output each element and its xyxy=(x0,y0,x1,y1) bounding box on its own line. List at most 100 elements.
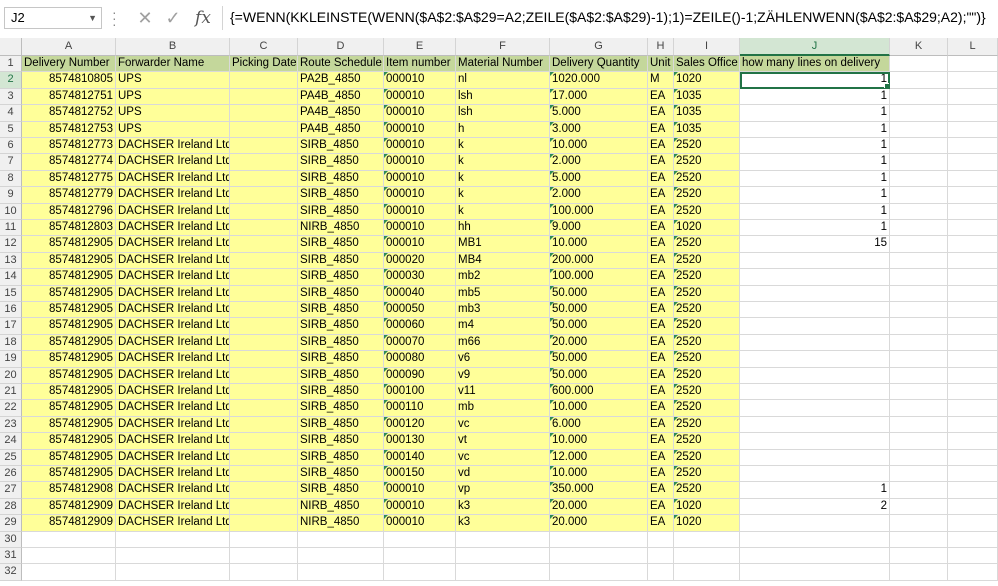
table-cell[interactable]: 000010 xyxy=(384,138,456,155)
table-cell[interactable]: DACHSER Ireland Ltd. xyxy=(116,367,230,384)
empty-cell[interactable] xyxy=(116,548,230,565)
table-cell[interactable]: SIRB_4850 xyxy=(298,170,384,188)
table-cell[interactable]: mb2 xyxy=(456,269,550,286)
row-header-11[interactable]: 11 xyxy=(0,220,22,237)
row-header-7[interactable]: 7 xyxy=(0,154,22,171)
table-cell[interactable]: SIRB_4850 xyxy=(298,367,384,384)
table-cell[interactable]: 8574812905 xyxy=(22,269,116,286)
table-cell[interactable]: 2520 xyxy=(674,400,740,417)
table-cell[interactable]: 1 xyxy=(740,203,890,220)
column-title-cell[interactable]: Item number xyxy=(384,56,456,73)
table-cell[interactable]: 1 xyxy=(740,170,890,188)
empty-cell[interactable] xyxy=(298,548,384,565)
table-cell[interactable]: 3.000 xyxy=(550,121,648,138)
table-cell[interactable] xyxy=(740,269,890,286)
table-cell[interactable]: vd xyxy=(456,466,550,483)
empty-cell[interactable] xyxy=(890,170,948,188)
table-cell[interactable]: 17.000 xyxy=(550,88,648,106)
table-cell[interactable] xyxy=(230,400,298,417)
table-cell[interactable]: 8574812905 xyxy=(22,449,116,466)
table-cell[interactable]: 000080 xyxy=(384,351,456,368)
column-title-cell[interactable]: Unit xyxy=(648,56,674,73)
table-cell[interactable]: PA2B_4850 xyxy=(298,72,384,89)
column-title-cell[interactable]: Route Schedule xyxy=(298,56,384,73)
row-header-23[interactable]: 23 xyxy=(0,416,22,434)
table-cell[interactable]: PA4B_4850 xyxy=(298,105,384,122)
empty-cell[interactable] xyxy=(890,88,948,106)
table-cell[interactable]: 2520 xyxy=(674,252,740,270)
table-cell[interactable]: 50.000 xyxy=(550,285,648,302)
table-cell[interactable]: UPS xyxy=(116,105,230,122)
table-cell[interactable]: 8574812905 xyxy=(22,302,116,319)
empty-cell[interactable] xyxy=(384,548,456,565)
table-cell[interactable]: 2520 xyxy=(674,285,740,302)
table-cell[interactable] xyxy=(740,351,890,368)
column-header-f[interactable]: F xyxy=(456,38,550,56)
table-cell[interactable] xyxy=(230,170,298,188)
table-cell[interactable]: SIRB_4850 xyxy=(298,466,384,483)
table-cell[interactable]: EA xyxy=(648,515,674,532)
column-header-a[interactable]: A xyxy=(22,38,116,56)
row-header-25[interactable]: 25 xyxy=(0,449,22,466)
table-cell[interactable] xyxy=(740,367,890,384)
table-cell[interactable]: 50.000 xyxy=(550,302,648,319)
table-cell[interactable]: vt xyxy=(456,433,550,450)
table-cell[interactable]: 12.000 xyxy=(550,449,648,466)
table-cell[interactable]: EA xyxy=(648,482,674,499)
table-cell[interactable] xyxy=(230,466,298,483)
table-cell[interactable]: 200.000 xyxy=(550,252,648,270)
table-cell[interactable]: 8574812905 xyxy=(22,416,116,434)
table-cell[interactable]: mb3 xyxy=(456,302,550,319)
empty-cell[interactable] xyxy=(740,531,890,548)
row-header-13[interactable]: 13 xyxy=(0,252,22,270)
table-cell[interactable]: EA xyxy=(648,105,674,122)
table-cell[interactable] xyxy=(230,384,298,401)
table-cell[interactable]: 8574812751 xyxy=(22,88,116,106)
table-cell[interactable] xyxy=(230,302,298,319)
table-cell[interactable]: 9.000 xyxy=(550,220,648,237)
table-cell[interactable]: EA xyxy=(648,187,674,204)
table-cell[interactable]: v6 xyxy=(456,351,550,368)
empty-cell[interactable] xyxy=(890,302,948,319)
table-cell[interactable]: 8574812779 xyxy=(22,187,116,204)
table-cell[interactable] xyxy=(740,318,890,335)
table-cell[interactable]: 2520 xyxy=(674,466,740,483)
column-header-d[interactable]: D xyxy=(298,38,384,56)
empty-cell[interactable] xyxy=(890,56,948,73)
empty-cell[interactable] xyxy=(890,433,948,450)
row-header-9[interactable]: 9 xyxy=(0,187,22,204)
empty-cell[interactable] xyxy=(890,203,948,220)
empty-cell[interactable] xyxy=(740,564,890,581)
table-cell[interactable]: MB1 xyxy=(456,236,550,253)
table-cell[interactable]: DACHSER Ireland Ltd. xyxy=(116,466,230,483)
table-cell[interactable]: 8574812773 xyxy=(22,138,116,155)
row-header-20[interactable]: 20 xyxy=(0,367,22,384)
table-cell[interactable]: UPS xyxy=(116,88,230,106)
table-cell[interactable]: 000150 xyxy=(384,466,456,483)
empty-cell[interactable] xyxy=(890,154,948,171)
table-cell[interactable]: DACHSER Ireland Ltd. xyxy=(116,252,230,270)
empty-cell[interactable] xyxy=(230,564,298,581)
table-cell[interactable]: 20.000 xyxy=(550,498,648,516)
table-cell[interactable]: PA4B_4850 xyxy=(298,121,384,138)
table-cell[interactable]: 10.000 xyxy=(550,138,648,155)
table-cell[interactable]: 10.000 xyxy=(550,236,648,253)
empty-cell[interactable] xyxy=(948,433,998,450)
table-cell[interactable]: DACHSER Ireland Ltd. xyxy=(116,318,230,335)
row-header-24[interactable]: 24 xyxy=(0,433,22,450)
table-cell[interactable]: 000020 xyxy=(384,252,456,270)
table-cell[interactable]: k xyxy=(456,203,550,220)
table-cell[interactable]: 000140 xyxy=(384,449,456,466)
table-cell[interactable]: h xyxy=(456,121,550,138)
table-cell[interactable]: DACHSER Ireland Ltd. xyxy=(116,203,230,220)
table-cell[interactable]: SIRB_4850 xyxy=(298,203,384,220)
select-all-corner[interactable] xyxy=(0,38,22,56)
table-cell[interactable]: SIRB_4850 xyxy=(298,318,384,335)
table-cell[interactable]: 2520 xyxy=(674,236,740,253)
table-cell[interactable]: 350.000 xyxy=(550,482,648,499)
column-header-c[interactable]: C xyxy=(230,38,298,56)
table-cell[interactable]: 000010 xyxy=(384,515,456,532)
empty-cell[interactable] xyxy=(948,482,998,499)
table-cell[interactable]: 600.000 xyxy=(550,384,648,401)
table-cell[interactable] xyxy=(230,498,298,516)
